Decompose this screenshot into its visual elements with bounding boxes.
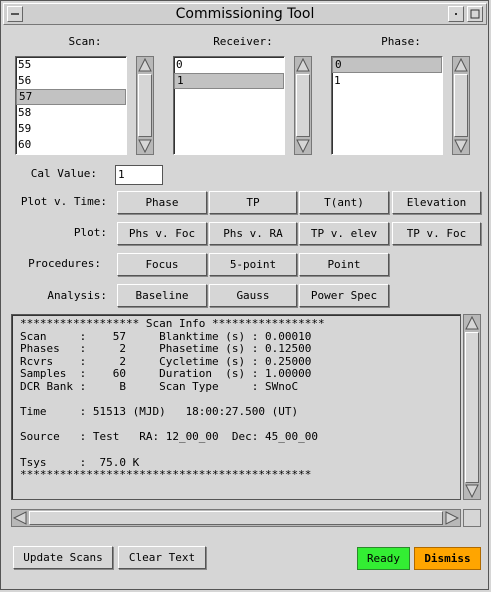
procedures-label: Procedures: xyxy=(28,257,101,270)
scan-list-scrollbar[interactable] xyxy=(136,56,154,155)
scan-list-item[interactable]: 56 xyxy=(16,73,126,89)
scrollbar-corner xyxy=(463,509,481,527)
scan-info-line: ****************************************… xyxy=(20,468,312,482)
receiver-list-header: Receiver: xyxy=(213,35,273,48)
text-horizontal-scroll-thumb[interactable] xyxy=(29,511,443,525)
scan-info-text: ****************** Scan Info ***********… xyxy=(12,315,460,482)
scan-list-header: Scan: xyxy=(68,35,102,48)
procedure-focus-button[interactable]: Focus xyxy=(117,253,207,276)
plot-v-time-label: Plot v. Time: xyxy=(20,195,107,208)
plot-time-phase-button[interactable]: Phase xyxy=(117,191,207,214)
scan-info-line: ****************** Scan Info ***********… xyxy=(20,317,325,330)
commissioning-tool-window: Commissioning Tool Scan: Receiver: Phase… xyxy=(0,0,489,590)
receiver-list-item[interactable]: 0 xyxy=(174,57,284,73)
text-vertical-scrollbar[interactable] xyxy=(463,314,481,500)
receiver-list-scrollbar[interactable] xyxy=(294,56,312,155)
plot-time-tant-button[interactable]: T(ant) xyxy=(299,191,389,214)
clear-text-button[interactable]: Clear Text xyxy=(118,546,206,569)
scan-listbox[interactable]: 55 56 57 58 59 60 xyxy=(15,56,127,155)
analysis-label: Analysis: xyxy=(47,289,107,302)
procedure-point-button[interactable]: Point xyxy=(299,253,389,276)
scan-info-line: Phases : 2 Phasetime (s) : 0.12500 xyxy=(20,342,312,356)
phase-listbox[interactable]: 01 xyxy=(331,56,443,155)
scan-list-item[interactable]: 58 xyxy=(16,105,126,121)
ready-status-indicator: Ready xyxy=(357,547,410,570)
scan-list-item[interactable]: 59 xyxy=(16,121,126,137)
title-bar[interactable]: Commissioning Tool xyxy=(3,3,487,25)
cal-value-label: Cal Value: xyxy=(30,167,97,180)
analysis-power-spec-button[interactable]: Power Spec xyxy=(299,284,389,307)
plot-label: Plot: xyxy=(73,226,107,239)
scroll-down-arrow-icon[interactable] xyxy=(138,139,152,153)
scroll-left-arrow-icon[interactable] xyxy=(13,511,27,525)
scan-scroll-thumb[interactable] xyxy=(138,74,152,137)
scroll-up-arrow-icon[interactable] xyxy=(296,58,310,72)
text-horizontal-scrollbar[interactable] xyxy=(11,509,461,527)
phase-list-header: Phase: xyxy=(381,35,421,48)
scroll-down-arrow-icon[interactable] xyxy=(454,139,468,153)
analysis-baseline-button[interactable]: Baseline xyxy=(117,284,207,307)
scan-info-line: Source : Test RA: 12_00_00 Dec: 45_00_00 xyxy=(20,430,319,444)
maximize-button[interactable] xyxy=(467,6,483,22)
phase-list-scrollbar[interactable] xyxy=(452,56,470,155)
phase-list-item[interactable]: 0 xyxy=(332,57,442,73)
scan-info-line: Time : 51513 (MJD) 18:00:27.500 (UT) xyxy=(20,405,299,419)
scroll-down-arrow-icon[interactable] xyxy=(296,139,310,153)
plot-phs-v-ra-button[interactable]: Phs v. RA xyxy=(209,222,297,245)
phase-list-item[interactable]: 1 xyxy=(332,73,442,89)
scan-info-line: DCR Bank : B Scan Type : SWnoC xyxy=(20,379,299,393)
analysis-gauss-button[interactable]: Gauss xyxy=(209,284,297,307)
scroll-up-arrow-icon[interactable] xyxy=(465,316,479,330)
scroll-up-arrow-icon[interactable] xyxy=(454,58,468,72)
procedure-5-point-button[interactable]: 5-point xyxy=(209,253,297,276)
scan-list-item[interactable]: 60 xyxy=(16,137,126,153)
dismiss-button[interactable]: Dismiss xyxy=(414,547,481,570)
scan-list-item[interactable]: 57 xyxy=(16,89,126,105)
scroll-down-arrow-icon[interactable] xyxy=(465,484,479,498)
minimize-button[interactable] xyxy=(448,6,464,22)
scan-info-text-area[interactable]: ****************** Scan Info ***********… xyxy=(11,314,461,500)
scroll-right-arrow-icon[interactable] xyxy=(445,511,459,525)
plot-phs-v-foc-button[interactable]: Phs v. Foc xyxy=(117,222,207,245)
receiver-listbox[interactable]: 01 xyxy=(173,56,285,155)
plot-tp-v-foc-button[interactable]: TP v. Foc xyxy=(392,222,481,245)
text-vertical-scroll-thumb[interactable] xyxy=(465,332,479,483)
window-title: Commissioning Tool xyxy=(175,6,315,22)
update-scans-button[interactable]: Update Scans xyxy=(13,546,113,569)
plot-tp-v-elev-button[interactable]: TP v. elev xyxy=(299,222,389,245)
receiver-scroll-thumb[interactable] xyxy=(296,74,310,137)
cal-value-input[interactable]: 1 xyxy=(115,165,163,185)
scroll-up-arrow-icon[interactable] xyxy=(138,58,152,72)
phase-scroll-thumb[interactable] xyxy=(454,74,468,137)
scan-info-line xyxy=(20,444,460,457)
maximize-icon xyxy=(468,7,482,21)
receiver-list-item[interactable]: 1 xyxy=(174,73,284,89)
minimize-icon xyxy=(449,7,463,21)
scan-list-item[interactable]: 55 xyxy=(16,57,126,73)
plot-time-elevation-button[interactable]: Elevation xyxy=(392,191,481,214)
plot-time-tp-button[interactable]: TP xyxy=(209,191,297,214)
